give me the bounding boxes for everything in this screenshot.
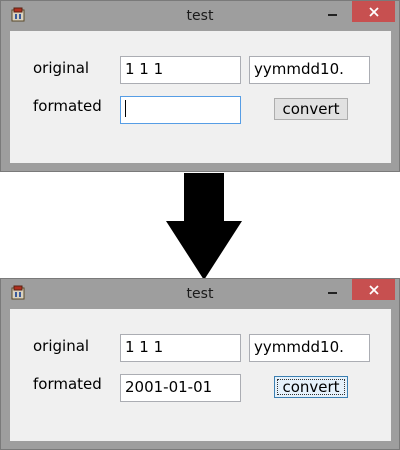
convert-button[interactable]: convert — [274, 376, 348, 398]
minimize-icon — [328, 291, 337, 294]
title-bar[interactable]: test — [1, 279, 399, 309]
close-button[interactable] — [352, 279, 395, 300]
close-icon — [368, 284, 379, 295]
format-input[interactable]: yymmdd10. — [249, 334, 370, 362]
convert-button-label: convert — [282, 378, 340, 396]
page: test original 1 1 1 yymmdd10. formated c… — [0, 0, 400, 450]
minimize-button[interactable] — [319, 279, 346, 300]
window-after: test original 1 1 1 yymmdd10. formated 2… — [0, 278, 400, 450]
original-input[interactable]: 1 1 1 — [120, 334, 241, 362]
client-area: original 1 1 1 yymmdd10. formated 2001-0… — [10, 309, 391, 441]
original-label: original — [33, 337, 90, 355]
formated-label: formated — [33, 375, 102, 393]
formated-input[interactable]: 2001-01-01 — [120, 374, 241, 402]
